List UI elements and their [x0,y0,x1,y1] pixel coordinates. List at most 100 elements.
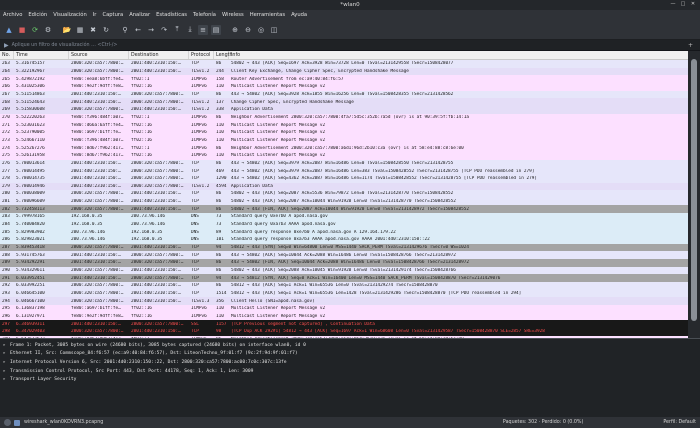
packet-row[interactable]: 280 5.780038009 2800:320:ca57:7800:… 2001:4… [0,190,688,198]
packet-row[interactable]: 291 6.033952451 2001:4d0:2310:150:… 2800:32… [0,274,688,283]
packet-row[interactable]: 287 5.839453418 2800:320:ca57:7800:… 2001:4… [0,243,688,252]
packet-row[interactable]: 263 5.316745157 2800:320:ca57:7800:… 2001:4… [0,60,688,68]
packet-row[interactable]: 267 5.511514863 2001:4d0:2310:150:… 2800:32… [0,90,688,99]
close-file-icon[interactable]: ✖ [88,25,98,35]
reload-icon[interactable]: ↻ [101,25,111,35]
packet-row[interactable]: 293 6.046645100 2800:320:ca57:7800:… 2001:4… [0,289,688,298]
detail-frame[interactable]: ▸ Frame 1: Packet, 3085 bytes on wire (24… [0,341,700,350]
packet-row[interactable]: 270 5.522220263 fe80::f396:484f:a07… ff02::… [0,113,688,122]
packet-row[interactable]: 297 6.346939311 2001:4d0:2310:150:… 2800:32… [0,320,688,328]
menu-captura[interactable]: Captura [102,12,123,18]
detail-ethernet[interactable]: ▸ Ethernet II, Src: Commscope_84:f6:57 (e… [0,350,700,359]
expert-info-icon[interactable] [4,419,11,426]
packet-cell-time: 5.799978165 [16,214,45,220]
menu-edicion[interactable]: Edición [28,12,47,18]
packet-row[interactable]: 278 5.780014735 2001:4d0:2310:150:… 2800:32… [0,174,688,183]
autoscroll-icon[interactable]: ≡ [198,24,208,35]
menu-archivo[interactable]: Archivo [3,12,22,18]
expand-arrow-icon[interactable]: ▸ [3,351,10,356]
packet-row[interactable]: 295 6.136837198 fe80::a697:b1ff:fe… ff02::1… [0,305,688,313]
packet-list[interactable]: No. Time Source Destination Protocol Len… [0,51,688,338]
packet-row[interactable]: 292 6.033992251 2800:320:ca57:7800:… 2001:4… [0,282,688,290]
search-icon[interactable]: ⚲ [120,25,130,35]
normal-size-icon[interactable]: ◎ [256,25,266,35]
packet-cell-len: 73 [216,222,222,228]
packet-row[interactable]: 288 5.931745763 2001:4d0:2310:150:… 2800:32… [0,251,688,260]
expand-arrow-icon[interactable]: ▸ [3,360,10,365]
last-packet-icon[interactable]: ⤓ [185,25,195,35]
zoom-out-icon[interactable]: ⊖ [243,25,253,35]
status-profile[interactable]: Perfil: Default [663,420,696,425]
packet-row[interactable]: 284 5.740004820 192.168.0.35 200.73.96.146 D… [0,220,688,229]
packet-row[interactable]: 298 6.347029403 2800:320:ca57:7800:… 2001:4… [0,327,688,336]
open-file-icon[interactable]: 📂 [62,25,72,35]
packet-row[interactable]: 283 5.799978165 192.168.0.35 200.73.96.146 D… [0,213,688,221]
packet-row[interactable]: 276 5.780013614 2001:4d0:2310:150:… 2800:32… [0,159,688,168]
packet-row[interactable]: 282 5.732458113 2800:320:ca57:7800:… 2001:4… [0,205,688,214]
packet-row[interactable]: 294 6.046667100 2800:320:ca57:7800:… 2001:4… [0,297,688,305]
expand-arrow-icon[interactable]: ▸ [3,377,10,382]
packet-row[interactable]: 266 5.431025306 fe80::9e2f:9dff:fe8… ff02::… [0,82,688,91]
stop-icon[interactable]: ■ [17,25,27,35]
expand-arrow-icon[interactable]: ▸ [3,369,10,374]
column-protocol[interactable]: Protocol [189,51,214,59]
scrollbar-thumb[interactable] [691,59,697,321]
column-no[interactable]: No. [0,51,14,59]
options-icon[interactable]: ⚙ [43,25,53,35]
packet-row[interactable]: 277 5.780014495 2001:4d0:2310:150:… 2800:32… [0,167,688,175]
restart-icon[interactable]: ⟳ [30,25,40,35]
menu-wireless[interactable]: Wireless [222,12,244,18]
save-icon[interactable]: ▦ [75,25,85,35]
column-source[interactable]: Source [69,51,129,59]
packet-row[interactable]: 271 5.523031623 fe80::d66a:6aff:fe4… ff02::… [0,121,688,129]
detail-ipv6[interactable]: ▸ Internet Protocol Version 6, Src: 2001:… [0,358,700,367]
packet-row[interactable]: 274 5.525267276 fe80::8d67:f962:417… ff02::… [0,144,688,152]
goto-packet-icon[interactable]: ↷ [159,25,169,35]
menu-analizar[interactable]: Analizar [129,12,150,18]
packet-row[interactable]: 290 5.934329611 2800:320:ca57:7800:… 2001:4… [0,266,688,275]
column-destination[interactable]: Destination [129,51,189,59]
first-packet-icon[interactable]: ⤒ [172,25,182,35]
packet-row[interactable]: 269 5.515830608 2800:320:ca57:7800:… 2001:4… [0,105,688,114]
resize-columns-icon[interactable]: ◫ [269,25,279,35]
menu-telefonia[interactable]: Telefonía [193,12,216,18]
menu-estadisticas[interactable]: Estadísticas [156,12,187,18]
back-icon[interactable]: ← [133,25,143,35]
detail-tls[interactable]: ▸ Transport Layer Security [0,375,700,384]
menu-visualizacion[interactable]: Visualización [53,12,87,18]
packet-row[interactable]: 272 5.523790005 fe80::a697:b1ff:fe… ff02::1… [0,128,688,137]
column-time[interactable]: Time [14,51,69,59]
menu-herramientas[interactable]: Herramientas [250,12,285,18]
packet-row[interactable]: 286 5.829823021 200.73.96.146 192.168.0.35 D… [0,236,688,244]
packet-row[interactable]: 289 5.934292291 2001:4d0:2310:150:… 2800:32… [0,259,688,267]
bookmark-icon[interactable]: ▶ [4,42,9,49]
packet-cell-len: 101 [216,237,224,243]
maximize-icon[interactable]: □ [680,1,686,7]
menu-ir[interactable]: Ir [93,12,97,18]
display-filter-input[interactable]: Aplique un filtro de visualización … <Ct… [12,43,688,48]
packet-row[interactable]: 296 6.131927971 fe80::9e2f:9dff:fe8… ff02::… [0,312,688,321]
capture-file-icon[interactable] [14,419,20,426]
packet-row[interactable]: 285 5.829983902 200.73.96.146 192.168.0.35 D… [0,228,688,237]
packet-cell-dst: ff02::1 [131,145,150,151]
zoom-in-icon[interactable]: ⊕ [230,25,240,35]
packet-row[interactable]: 273 5.524667110 fe80::f396:484f:a07… ff02::… [0,136,688,145]
colorize-icon[interactable]: ▤ [211,24,221,35]
packet-row[interactable]: 264 5.322192967 2800:320:ca57:7800:… 2001:4… [0,67,688,76]
menu-ayuda[interactable]: Ayuda [291,12,307,18]
column-length[interactable]: Length [214,51,233,59]
shark-fin-icon[interactable]: ▲ [4,25,14,35]
add-filter-button[interactable]: + [688,42,696,49]
detail-tcp[interactable]: ▸ Transmission Control Protocol, Src Port… [0,367,700,376]
column-info[interactable]: Info [229,51,688,59]
expand-arrow-icon[interactable]: ▸ [3,343,10,348]
minimize-icon[interactable]: — [670,1,676,7]
packet-row[interactable]: 281 5.780096609 2800:320:ca57:7800:… 2001:4… [0,197,688,206]
packet-row[interactable]: 268 5.511524643 2001:4d0:2310:150:… 2800:32… [0,98,688,106]
packet-list-scrollbar[interactable] [688,51,700,338]
close-icon[interactable]: ✕ [690,1,696,7]
packet-row[interactable]: 265 5.429872192 fe80::eea8:6bff:fe4… ff02::… [0,75,688,83]
forward-icon[interactable]: → [146,25,156,35]
packet-row[interactable]: 275 5.526131958 fe80::8d67:f962:417… ff02::… [0,151,688,160]
packet-row[interactable]: 279 5.780014946 2001:4d0:2310:150:… 2800:32… [0,182,688,191]
